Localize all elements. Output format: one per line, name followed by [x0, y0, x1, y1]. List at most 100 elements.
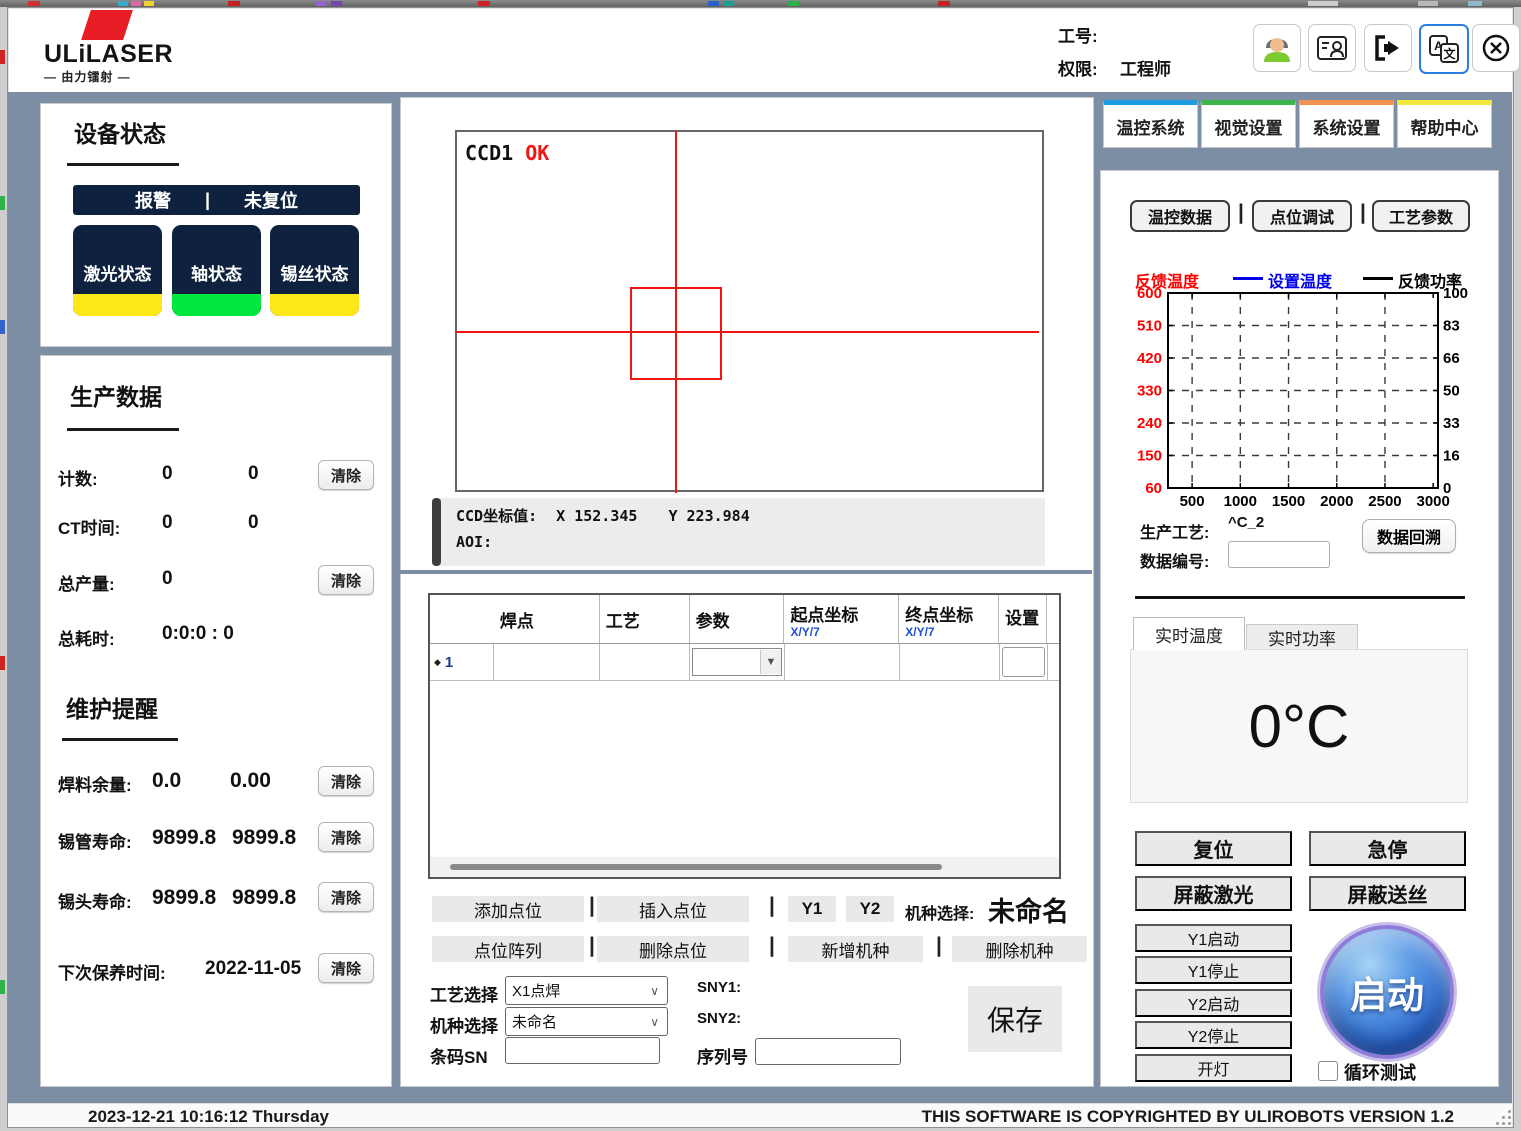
add-point-button[interactable]: 添加点位	[432, 896, 584, 922]
serial-input[interactable]	[755, 1038, 901, 1065]
production-process-value: ^C_2	[1228, 514, 1264, 531]
close-button[interactable]	[1472, 24, 1520, 72]
add-model-button[interactable]: 新增机种	[788, 936, 923, 962]
y2-button[interactable]: Y2	[846, 896, 894, 922]
point-array-button[interactable]: 点位阵列	[432, 936, 584, 962]
svg-text:510: 510	[1137, 318, 1162, 335]
process-cell[interactable]	[600, 644, 690, 680]
permission-value: 工程师	[1120, 55, 1171, 80]
param-cell[interactable]: ▼	[690, 644, 785, 680]
crosshair-horizontal-line	[456, 331, 1039, 333]
save-button[interactable]: 保存	[968, 986, 1062, 1052]
logout-button[interactable]	[1364, 24, 1412, 72]
end-coord-cell[interactable]	[900, 644, 1000, 680]
clear-tip-button[interactable]: 清除	[318, 882, 374, 912]
temperature-chart: 6005104203302401506010083665033160500100…	[1128, 286, 1473, 514]
model-select[interactable]: 未命名 ∨	[505, 1007, 668, 1036]
clear-count-button[interactable]: 清除	[318, 460, 374, 490]
start-button[interactable]: 启动	[1320, 925, 1454, 1059]
col-param-header: 参数	[690, 595, 785, 643]
mask-wire-button[interactable]: 屏蔽送丝	[1309, 876, 1466, 911]
start-coord-cell[interactable]	[785, 644, 900, 680]
data-number-label: 数据编号:	[1140, 548, 1209, 572]
desktop-artifact	[0, 980, 5, 994]
end-coord-sub: X/Y/7	[905, 626, 992, 638]
delete-model-button[interactable]: 删除机种	[952, 936, 1087, 962]
process-select-value: X1点焊	[512, 980, 560, 1001]
wire-status-card[interactable]: 锡丝状态	[270, 225, 359, 316]
reset-button[interactable]: 复位	[1135, 831, 1292, 866]
ccd-aoi-label: AOI:	[456, 533, 492, 551]
axis-status-card[interactable]: 轴状态	[172, 225, 261, 316]
id-card-button[interactable]	[1308, 24, 1356, 72]
chevron-down-icon: ∨	[650, 984, 667, 998]
title-underline	[67, 428, 179, 431]
estop-button[interactable]: 急停	[1309, 831, 1466, 866]
tab-realtime-power[interactable]: 实时功率	[1246, 624, 1358, 650]
tab-temperature-control[interactable]: 温控系统	[1103, 100, 1198, 148]
maintenance-title: 维护提醒	[66, 690, 158, 724]
clear-maintenance-button[interactable]: 清除	[318, 953, 374, 983]
data-backtrack-button[interactable]: 数据回溯	[1362, 519, 1456, 553]
y1-stop-button[interactable]: Y1停止	[1135, 956, 1292, 984]
param-dropdown[interactable]: ▼	[692, 648, 782, 676]
svg-text:330: 330	[1137, 383, 1162, 400]
clear-tube-button[interactable]: 清除	[318, 822, 374, 852]
set-cell[interactable]	[1000, 644, 1048, 680]
language-switch-button[interactable]: A 文	[1419, 24, 1469, 74]
brand-logo: ULiLASER	[44, 40, 173, 69]
clear-output-button[interactable]: 清除	[318, 565, 374, 595]
data-number-input[interactable]	[1228, 541, 1330, 568]
svg-text:66: 66	[1443, 350, 1460, 367]
tab-realtime-temp[interactable]: 实时温度	[1133, 617, 1245, 650]
desktop-artifact	[0, 196, 5, 210]
insert-point-button[interactable]: 插入点位	[597, 896, 749, 922]
barcode-input[interactable]	[505, 1037, 660, 1064]
mask-laser-button[interactable]: 屏蔽激光	[1135, 876, 1292, 911]
table-row[interactable]: ◆ 1 ▼	[430, 644, 1059, 681]
ccd-viewport[interactable]	[455, 130, 1044, 492]
process-param-button[interactable]: 工艺参数	[1372, 200, 1470, 232]
light-on-button[interactable]: 开灯	[1135, 1054, 1292, 1082]
clear-solder-button[interactable]: 清除	[318, 766, 374, 796]
chevron-down-icon: ∨	[650, 1015, 667, 1029]
y2-stop-button[interactable]: Y2停止	[1135, 1021, 1292, 1049]
process-select[interactable]: X1点焊 ∨	[505, 976, 668, 1005]
temp-data-button[interactable]: 温控数据	[1130, 200, 1230, 232]
tab-system-settings[interactable]: 系统设置	[1299, 100, 1394, 148]
y1-button[interactable]: Y1	[788, 896, 836, 922]
desktop-artifact	[0, 320, 5, 334]
model-select-form-value: 未命名	[512, 1011, 557, 1032]
col-start-header: 起点坐标X/Y/7	[784, 595, 899, 643]
cycle-test-checkbox[interactable]	[1318, 1061, 1338, 1081]
y1-start-button[interactable]: Y1启动	[1135, 924, 1292, 952]
horizontal-scrollbar[interactable]	[450, 864, 942, 870]
id-card-icon	[1315, 31, 1349, 65]
svg-text:83: 83	[1443, 318, 1460, 335]
weld-cell[interactable]	[494, 644, 600, 680]
axis-status-indicator	[172, 294, 261, 316]
next-maintenance-label: 下次保养时间:	[58, 959, 166, 984]
set-cell-button[interactable]	[1002, 647, 1045, 677]
svg-text:100: 100	[1443, 286, 1468, 302]
y2-start-button[interactable]: Y2启动	[1135, 989, 1292, 1017]
desktop-artifact	[0, 656, 5, 670]
tab-vision-settings[interactable]: 视觉设置	[1201, 100, 1296, 148]
legend-line-set-temp	[1233, 277, 1263, 280]
user-avatar-button[interactable]	[1253, 24, 1301, 72]
tab-help-center[interactable]: 帮助中心	[1397, 100, 1492, 148]
svg-text:文: 文	[1443, 46, 1456, 61]
point-debug-button[interactable]: 点位调试	[1252, 200, 1352, 232]
count-label: 计数:	[58, 465, 98, 490]
laser-status-label: 激光状态	[73, 225, 162, 294]
count-value-1: 0	[162, 463, 173, 485]
row-selector-cell[interactable]: ◆ 1	[430, 644, 494, 680]
production-process-label: 生产工艺:	[1140, 519, 1209, 543]
delete-point-button[interactable]: 删除点位	[597, 936, 749, 962]
svg-text:150: 150	[1137, 448, 1162, 465]
laser-status-indicator	[73, 294, 162, 316]
total-output-value: 0	[162, 568, 173, 590]
laser-status-card[interactable]: 激光状态	[73, 225, 162, 316]
col-set-header: 设置	[999, 595, 1047, 643]
brand-sub-logo: — 由力镭射 —	[44, 68, 131, 85]
